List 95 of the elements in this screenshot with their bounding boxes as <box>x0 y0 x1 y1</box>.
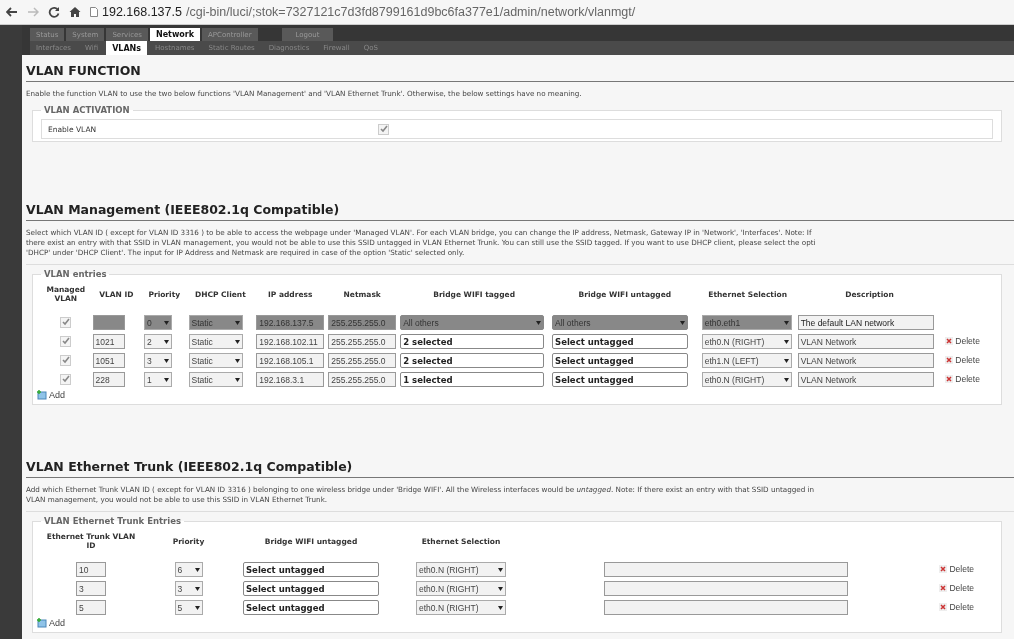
caret-icon <box>498 586 503 591</box>
forward-icon[interactable] <box>27 7 39 17</box>
vlan-id-field[interactable]: 5 <box>76 600 106 615</box>
caret-icon <box>783 339 789 344</box>
caret-icon <box>783 358 789 363</box>
caret-icon <box>234 377 240 382</box>
caret-icon <box>498 567 503 572</box>
description-field[interactable]: VLAN Network <box>797 372 934 387</box>
delete-icon <box>939 565 948 573</box>
vlan-id-field[interactable]: 1051 <box>92 353 125 368</box>
caret-icon <box>194 586 200 591</box>
delete-icon <box>939 584 948 592</box>
untagged-multiselect[interactable]: Select untagged <box>243 600 379 615</box>
caret-icon <box>536 320 542 325</box>
caret-icon <box>164 358 170 363</box>
description-field[interactable] <box>604 562 848 577</box>
delete-button[interactable]: Delete <box>945 355 980 365</box>
description-field[interactable] <box>604 581 848 596</box>
caret-icon <box>680 320 686 325</box>
caret-icon <box>164 320 170 325</box>
dhcp-dropdown[interactable]: Static <box>188 372 243 387</box>
ethernet-dropdown[interactable]: eth1.N (LEFT) <box>701 353 792 368</box>
checkbox[interactable] <box>378 123 389 135</box>
caret-icon <box>194 605 200 610</box>
vlan-id-field[interactable]: 10 <box>76 562 106 577</box>
tagged-multiselect[interactable]: 2 selected <box>400 353 545 368</box>
untagged-multiselect[interactable]: Select untagged <box>552 353 689 368</box>
delete-icon <box>945 337 954 345</box>
panel-legend: VLAN Ethernet Trunk Entries <box>41 516 184 526</box>
caret-icon <box>164 339 170 344</box>
home-icon[interactable] <box>69 6 81 18</box>
untagged-multiselect[interactable]: Select untagged <box>552 372 689 387</box>
submenu-tab[interactable]: VLANs <box>106 41 148 55</box>
ethernet-dropdown[interactable]: eth0.N (RIGHT) <box>416 562 506 577</box>
priority-dropdown[interactable]: 3 <box>174 581 203 596</box>
priority-dropdown[interactable]: 2 <box>144 334 173 349</box>
priority-dropdown[interactable]: 3 <box>144 353 173 368</box>
delete-button[interactable]: Delete <box>945 374 980 384</box>
netmask-field[interactable]: 255.255.255.0 <box>328 334 397 349</box>
ethernet-dropdown[interactable]: eth0.N (RIGHT) <box>416 600 506 615</box>
checkbox[interactable] <box>60 335 72 347</box>
ethernet-dropdown[interactable]: eth0.N (RIGHT) <box>701 372 792 387</box>
dhcp-dropdown[interactable]: Static <box>188 334 243 349</box>
untagged-multiselect[interactable]: Select untagged <box>552 334 689 349</box>
untagged-multiselect[interactable]: Select untagged <box>243 581 379 596</box>
ethernet-dropdown[interactable]: eth0.N (RIGHT) <box>416 581 506 596</box>
netmask-field[interactable]: 255.255.255.0 <box>328 353 397 368</box>
section-title: VLAN Management (IEEE802.1q Compatible) <box>26 194 1014 221</box>
caret-icon <box>234 320 240 325</box>
untagged-multiselect[interactable]: Select untagged <box>243 562 379 577</box>
delete-button[interactable]: Delete <box>939 564 974 574</box>
delete-icon <box>939 603 948 611</box>
ip-address-field[interactable]: 192.168.102.11 <box>256 334 325 349</box>
panel-legend: VLAN ACTIVATION <box>41 105 133 115</box>
description-field[interactable]: VLAN Network <box>797 334 934 349</box>
reload-icon[interactable] <box>48 6 60 18</box>
caret-icon <box>234 358 240 363</box>
add-icon <box>37 618 47 628</box>
vlan-id-field[interactable]: 228 <box>92 372 125 387</box>
caret-icon <box>234 339 240 344</box>
tagged-multiselect[interactable]: 2 selected <box>400 334 545 349</box>
checkbox[interactable] <box>60 354 72 366</box>
delete-button[interactable]: Delete <box>939 583 974 593</box>
dhcp-dropdown[interactable]: Static <box>188 353 243 368</box>
section-title: VLAN FUNCTION <box>26 55 1014 82</box>
tagged-multiselect[interactable]: 1 selected <box>400 372 545 387</box>
priority-dropdown[interactable]: 6 <box>174 562 203 577</box>
checkbox[interactable] <box>60 373 72 385</box>
description-field[interactable] <box>604 600 848 615</box>
add-icon <box>37 390 47 400</box>
back-icon[interactable] <box>6 7 18 17</box>
add-button[interactable]: Add <box>37 390 65 400</box>
panel-legend: VLAN entries <box>41 269 110 279</box>
caret-icon <box>498 605 503 610</box>
delete-button[interactable]: Delete <box>939 602 974 612</box>
page-icon <box>90 7 98 17</box>
priority-dropdown[interactable]: 5 <box>174 600 203 615</box>
vlan-id-field[interactable]: 3 <box>76 581 106 596</box>
caret-icon <box>783 320 789 325</box>
delete-icon <box>945 375 954 383</box>
add-button[interactable]: Add <box>37 618 65 628</box>
vlan-id-field[interactable]: 1021 <box>92 334 125 349</box>
delete-icon <box>945 356 954 364</box>
description-field[interactable]: VLAN Network <box>797 353 934 368</box>
ethernet-dropdown[interactable]: eth0.N (RIGHT) <box>701 334 792 349</box>
priority-dropdown[interactable]: 1 <box>144 372 173 387</box>
netmask-field[interactable]: 255.255.255.0 <box>328 372 397 387</box>
caret-icon <box>783 377 789 382</box>
caret-icon <box>164 377 170 382</box>
delete-button[interactable]: Delete <box>945 336 980 346</box>
section-title: VLAN Ethernet Trunk (IEEE802.1q Compatible) <box>26 451 1014 478</box>
ip-address-field[interactable]: 192.168.105.1 <box>256 353 325 368</box>
ip-address-field[interactable]: 192.168.3.1 <box>256 372 325 387</box>
menu-tab[interactable]: Network <box>149 28 201 41</box>
caret-icon <box>194 567 200 572</box>
